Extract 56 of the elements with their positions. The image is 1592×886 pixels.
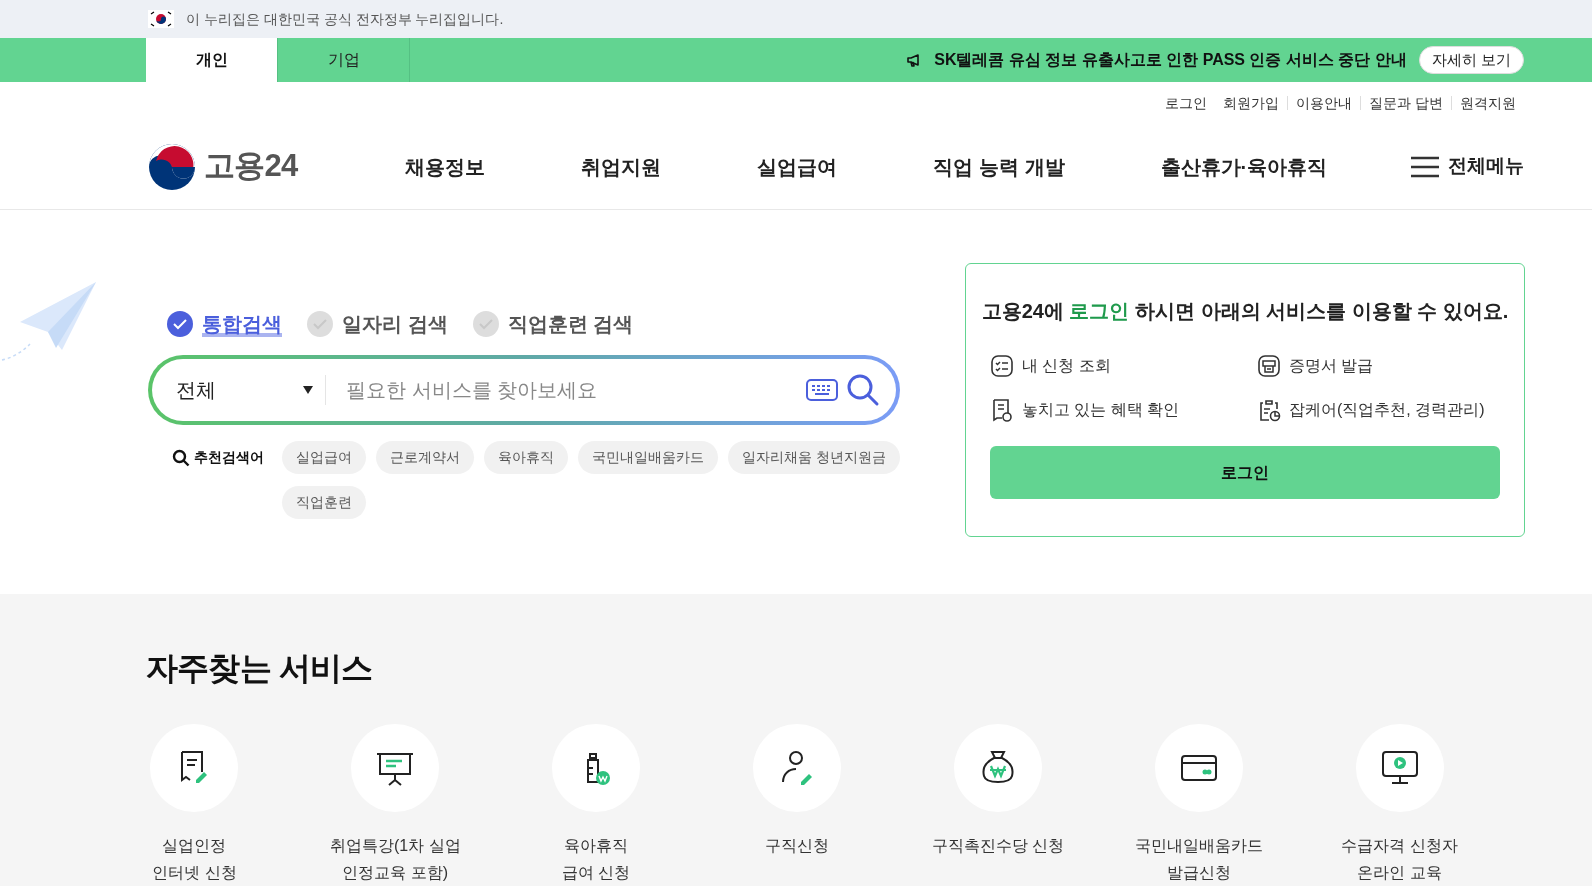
keyword-chip[interactable]: 국민내일배움카드 bbox=[578, 441, 718, 474]
dropdown-caret-icon bbox=[303, 386, 313, 394]
utility-link[interactable]: 로그인 bbox=[1157, 96, 1216, 110]
keyword-chip[interactable]: 직업훈련 bbox=[282, 486, 366, 519]
utility-link[interactable]: 회원가입 bbox=[1215, 96, 1288, 110]
service-link[interactable]: 구직신청 bbox=[765, 832, 829, 859]
service-item: 내 신청 조회 bbox=[1022, 356, 1111, 376]
service-item: 놓치고 있는 혜택 확인 bbox=[1022, 400, 1180, 420]
keyword-chip[interactable]: 일자리채움 청년지원금 bbox=[728, 441, 900, 474]
logo-text[interactable]: 고용24 bbox=[204, 143, 298, 190]
search-icon bbox=[846, 373, 880, 407]
logo-emblem-icon bbox=[148, 142, 196, 191]
list-icon bbox=[990, 354, 1014, 378]
search-field[interactable]: 전체 필요한 서비스를 찾아보세요 bbox=[148, 355, 900, 425]
clipboard-icon bbox=[1257, 398, 1281, 422]
nav-item[interactable]: 채용정보 bbox=[405, 151, 486, 182]
check-circle-icon bbox=[166, 310, 194, 338]
section-title: 자주찾는 서비스 bbox=[146, 649, 374, 688]
service-link[interactable]: 취업특강(1차 실업 인정교육 포함) bbox=[329, 832, 461, 886]
all-menu-button[interactable]: 전체메뉴 bbox=[1410, 152, 1524, 181]
service-link[interactable]: 구직촉진수당 신청 bbox=[931, 832, 1065, 859]
utility-link[interactable]: 이용안내 bbox=[1287, 96, 1361, 110]
recommended-label: 추천검색어 bbox=[194, 448, 264, 467]
check-circle-icon bbox=[471, 310, 500, 338]
gov-notice: 이 누리집은 대한민국 공식 전자정부 누리집입니다. bbox=[186, 9, 504, 29]
keyword-chip[interactable]: 육아휴직 bbox=[484, 441, 568, 474]
service-link[interactable]: 실업인정 인터넷 신청 bbox=[152, 832, 237, 886]
category-select[interactable]: 전체 bbox=[176, 375, 216, 405]
search-icon bbox=[172, 448, 190, 467]
nav-item[interactable]: 취업지원 bbox=[581, 151, 662, 182]
keyword-chip[interactable]: 근로계약서 bbox=[376, 441, 474, 474]
audience-tab[interactable]: 개인 bbox=[146, 38, 278, 82]
nav-item[interactable]: 출산휴가·육아휴직 bbox=[1160, 151, 1328, 182]
nav-item[interactable]: 실업급여 bbox=[757, 151, 838, 182]
login-prompt: 고용24에 로그인 하시면 아래의 서비스를 이용할 수 있어요. bbox=[980, 299, 1510, 324]
keyboard-icon bbox=[806, 379, 838, 401]
service-item: 잡케어(직업추천, 경력관리) bbox=[1289, 400, 1485, 420]
service-link[interactable]: 수급자격 신청자 온라인 교육 bbox=[1341, 832, 1458, 886]
check-circle-icon bbox=[306, 310, 334, 338]
service-link[interactable]: 육아휴직 급여 신청 bbox=[561, 832, 631, 886]
utility-link[interactable]: 원격지원 bbox=[1451, 96, 1524, 110]
utility-link[interactable]: 질문과 답변 bbox=[1360, 96, 1451, 110]
search-scope-option[interactable]: 직업훈련 검색 bbox=[471, 309, 634, 339]
certificate-icon bbox=[1257, 354, 1281, 378]
flag-icon bbox=[148, 10, 174, 28]
notice-text: SK텔레콤 유심 정보 유출사고로 인한 PASS 인증 서비스 중단 안내 bbox=[934, 50, 1407, 70]
login-button[interactable]: 로그인 bbox=[990, 446, 1500, 499]
details-button[interactable]: 자세히 보기 bbox=[1418, 46, 1524, 74]
menu-icon bbox=[1410, 155, 1440, 178]
search-scope-option[interactable]: 통합검색 bbox=[166, 309, 282, 339]
receipt-icon bbox=[990, 398, 1014, 422]
service-link[interactable]: 국민내일배움카드 발급신청 bbox=[1134, 832, 1263, 886]
service-item: 증명서 발급 bbox=[1289, 356, 1374, 376]
keyword-chip[interactable]: 실업급여 bbox=[282, 441, 366, 474]
nav-item[interactable]: 직업 능력 개발 bbox=[933, 151, 1065, 182]
search-scope-option[interactable]: 일자리 검색 bbox=[306, 309, 448, 339]
